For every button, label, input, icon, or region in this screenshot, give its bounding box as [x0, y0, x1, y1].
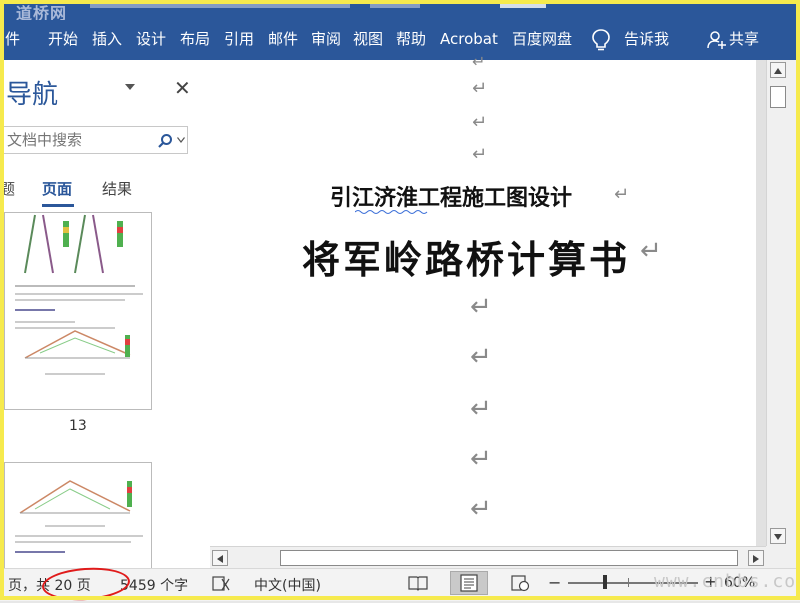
proofing-icon[interactable] [212, 575, 230, 593]
language-status[interactable]: 中文(中国) [254, 575, 321, 595]
word-count-status[interactable]: 5459 个字 [120, 575, 188, 595]
nav-tab-headings[interactable]: 题 [0, 178, 15, 199]
triangle-down-icon [774, 534, 782, 540]
document-subtitle: 引江济淮工程施工图设计 [330, 185, 573, 211]
document-title: 将军岭路桥计算书 [302, 237, 631, 282]
paragraph-mark: ↵ [472, 52, 486, 71]
read-mode-icon[interactable] [408, 574, 428, 592]
paragraph-mark: ↵ [470, 494, 492, 524]
print-layout-icon [460, 574, 478, 592]
title-bar: 道桥网 [0, 0, 800, 23]
paragraph-mark: ↵ [640, 236, 662, 266]
paragraph-mark: ↵ [472, 144, 488, 165]
tell-me-button[interactable]: 告诉我 [624, 28, 669, 50]
zoom-slider-center-tick [628, 578, 629, 587]
page-thumbnail-preview [15, 480, 143, 553]
site-watermark: www.cnbbs.com [654, 571, 800, 592]
tab-layout[interactable]: 布局 [180, 28, 210, 50]
nav-pane-title: 导航 [6, 80, 59, 110]
triangle-left-icon [217, 555, 223, 563]
paragraph-mark: ↵ [470, 292, 492, 322]
tab-baidu-netdisk[interactable]: 百度网盘 [512, 28, 572, 50]
tab-help[interactable]: 帮助 [396, 28, 426, 50]
zoom-slider-thumb[interactable] [603, 575, 607, 589]
vertical-scroll-thumb[interactable] [770, 86, 786, 108]
tab-acrobat[interactable]: Acrobat [440, 28, 498, 50]
tab-review[interactable]: 审阅 [311, 28, 341, 50]
tab-mailings[interactable]: 邮件 [268, 28, 298, 50]
page-thumbnail[interactable] [4, 212, 152, 410]
tab-view[interactable]: 视图 [353, 28, 383, 50]
vertical-scrollbar[interactable] [766, 60, 789, 546]
page-thumbnail[interactable] [4, 462, 152, 568]
tab-design[interactable]: 设计 [136, 28, 166, 50]
nav-search-input[interactable] [5, 130, 149, 150]
paragraph-mark: ↵ [470, 394, 492, 424]
chevron-down-icon[interactable] [177, 137, 185, 143]
print-layout-button[interactable] [450, 571, 488, 595]
tab-file[interactable]: 件 [5, 28, 20, 50]
spellcheck-underline [355, 210, 428, 214]
tab-home[interactable]: 开始 [48, 28, 78, 50]
horizontal-scrollbar[interactable] [210, 546, 766, 569]
nav-tab-pages[interactable]: 页面 [42, 178, 72, 199]
paragraph-mark: ↵ [470, 444, 492, 474]
search-icon[interactable] [157, 133, 173, 149]
right-panel-edge [788, 60, 800, 568]
zoom-out-button[interactable]: − [548, 573, 561, 592]
triangle-right-icon [753, 555, 759, 563]
nav-search-box[interactable] [0, 126, 188, 154]
navigation-pane: 导航 ✕ 题 页面 结果 [0, 60, 210, 568]
tab-references[interactable]: 引用 [224, 28, 254, 50]
paragraph-mark: ↵ [472, 112, 488, 133]
page-thumbnail-preview [15, 214, 143, 375]
ribbon-tab-bar: 件 开始 插入 设计 布局 引用 邮件 审阅 视图 帮助 Acrobat 百度网… [0, 20, 800, 60]
triangle-up-icon [774, 68, 782, 74]
horizontal-scroll-thumb[interactable] [280, 550, 738, 566]
thumbnail-page-number: 13 [69, 418, 87, 434]
close-icon[interactable]: ✕ [174, 76, 191, 100]
paragraph-mark: ↵ [472, 78, 488, 99]
tab-insert[interactable]: 插入 [92, 28, 122, 50]
scroll-up-button[interactable] [770, 62, 786, 78]
web-layout-icon[interactable] [510, 574, 530, 592]
share-button[interactable]: 共享 [729, 28, 759, 50]
scroll-right-button[interactable] [748, 550, 764, 566]
share-person-icon[interactable] [707, 30, 727, 50]
scroll-down-button[interactable] [770, 528, 786, 544]
chevron-down-icon[interactable] [124, 82, 136, 92]
nav-tab-results[interactable]: 结果 [102, 178, 132, 199]
paragraph-mark: ↵ [470, 342, 492, 372]
lightbulb-icon[interactable] [590, 28, 612, 52]
active-tab-indicator [42, 204, 74, 207]
paragraph-mark: ↵ [614, 184, 630, 205]
scroll-left-button[interactable] [212, 550, 228, 566]
scrollbar-corner [766, 546, 788, 568]
